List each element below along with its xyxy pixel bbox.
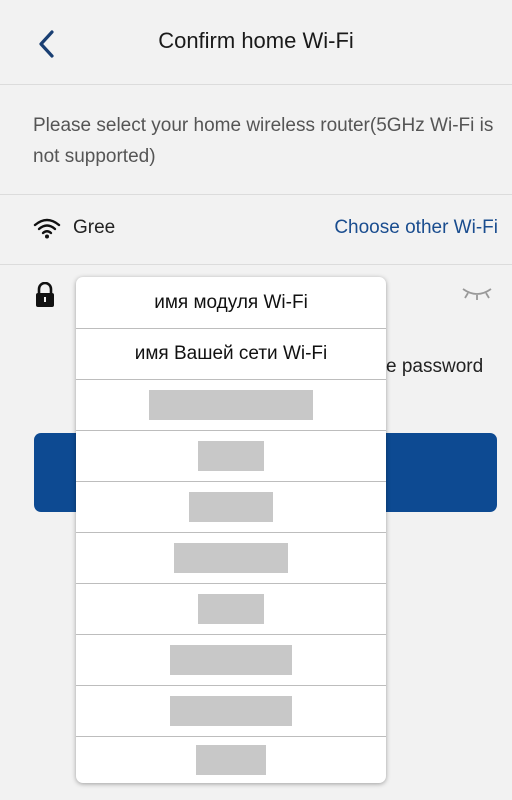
dropdown-item-redacted[interactable] [76,584,386,634]
dropdown-item-redacted[interactable] [76,635,386,685]
redacted-block [189,492,273,522]
dropdown-item-module-name[interactable]: имя модуля Wi-Fi [76,277,386,328]
dropdown-item-redacted[interactable] [76,686,386,736]
dropdown-item-network-name[interactable]: имя Вашей сети Wi-Fi [76,329,386,379]
redacted-block [196,745,266,775]
wifi-icon [33,218,61,239]
header-bar: Confirm home Wi-Fi [0,0,512,85]
dropdown-item-redacted[interactable] [76,431,386,481]
wifi-network-name: Gree [73,217,116,238]
redacted-block [198,441,264,471]
dropdown-item-redacted[interactable] [76,380,386,430]
instruction-text: Please select your home wireless router(… [33,115,494,167]
redacted-block [198,594,264,624]
divider [0,194,512,195]
wifi-dropdown-menu: имя модуля Wi-Fi имя Вашей сети Wi-Fi [76,277,386,783]
dropdown-item-redacted[interactable] [76,737,386,783]
dropdown-item-redacted[interactable] [76,533,386,583]
eye-closed-icon[interactable] [460,285,494,301]
page-title: Confirm home Wi-Fi [158,28,354,53]
redacted-block [174,543,288,573]
choose-other-wifi-link[interactable]: Choose other Wi-Fi [334,217,498,239]
wifi-row: Gree Choose other Wi-Fi [0,196,512,264]
dropdown-item-redacted[interactable] [76,482,386,532]
remember-password-label[interactable]: e password [386,356,483,378]
redacted-block [170,696,292,726]
redacted-block [170,645,292,675]
lock-icon [36,282,54,307]
redacted-block [149,390,313,420]
